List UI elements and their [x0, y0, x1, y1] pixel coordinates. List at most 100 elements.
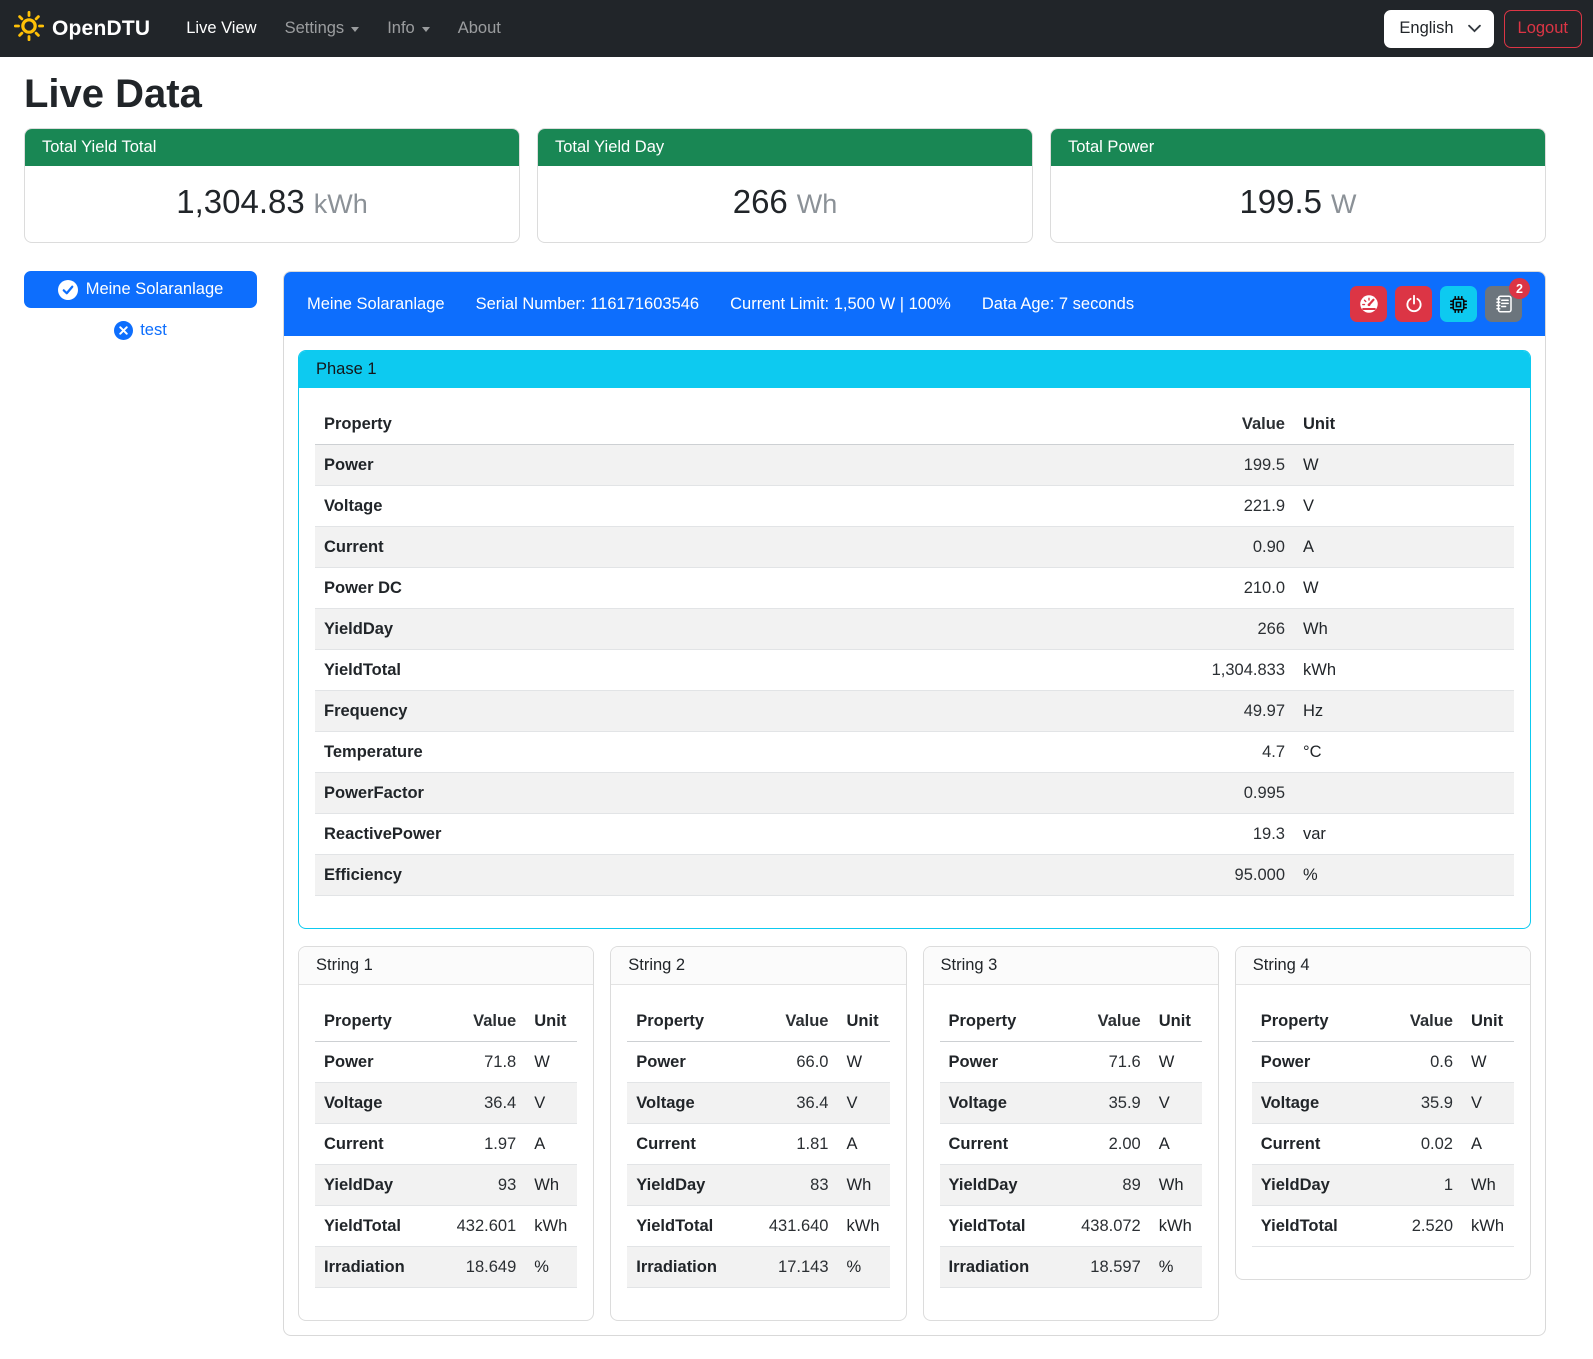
language-select[interactable]: English — [1384, 10, 1493, 48]
unit-cell: V — [1150, 1083, 1202, 1124]
summary-cards-row: Total Yield Total 1,304.83kWh Total Yiel… — [24, 128, 1546, 243]
string-3-card: String 3 Property Value Unit — [923, 946, 1219, 1321]
restart-chip-button[interactable] — [1440, 286, 1477, 322]
property-cell: Power — [315, 445, 1174, 486]
property-cell: Voltage — [940, 1083, 1054, 1124]
property-cell: Temperature — [315, 732, 1174, 773]
table-row: Power0.6W — [1252, 1042, 1514, 1083]
property-cell: YieldDay — [1252, 1165, 1366, 1206]
column-header-value: Value — [429, 1001, 525, 1042]
unit-cell — [1294, 773, 1514, 814]
value-cell: 83 — [742, 1165, 838, 1206]
x-circle-icon — [114, 321, 133, 340]
nav-item-info[interactable]: Info — [373, 11, 444, 46]
unit-cell: A — [1462, 1124, 1514, 1165]
brand[interactable]: OpenDTU — [14, 11, 150, 46]
nav-item-live-view[interactable]: Live View — [172, 11, 270, 46]
table-header-row: Property Value Unit — [940, 1001, 1202, 1042]
inverter-name: Meine Solaranlage — [307, 295, 445, 314]
property-cell: Voltage — [315, 1083, 429, 1124]
value-cell: 89 — [1054, 1165, 1150, 1206]
value-cell: 221.9 — [1174, 486, 1294, 527]
property-cell: Voltage — [627, 1083, 741, 1124]
logout-button[interactable]: Logout — [1504, 10, 1582, 48]
navbar-right: English Logout — [1384, 10, 1582, 48]
strings-row: String 1 Property Value Unit — [298, 946, 1531, 1321]
check-circle-icon — [58, 280, 78, 300]
property-cell: Efficiency — [315, 855, 1174, 896]
unit-cell: W — [1294, 568, 1514, 609]
unit-cell: Wh — [1294, 609, 1514, 650]
value-cell: 432.601 — [429, 1206, 525, 1247]
table-row: YieldDay1Wh — [1252, 1165, 1514, 1206]
value-cell: 36.4 — [429, 1083, 525, 1124]
value-cell: 18.649 — [429, 1247, 525, 1288]
nav-item-label: Info — [387, 19, 415, 38]
unit-cell: W — [1462, 1042, 1514, 1083]
table-row: Frequency49.97Hz — [315, 691, 1514, 732]
table-row: Power71.6W — [940, 1042, 1202, 1083]
unit-cell: V — [1294, 486, 1514, 527]
value-cell: 18.597 — [1054, 1247, 1150, 1288]
column-header-property: Property — [315, 404, 1174, 445]
unit-cell: A — [1294, 527, 1514, 568]
phase-1-panel: Phase 1 Property Value Unit Power199.5WV… — [298, 350, 1531, 929]
value-cell: 1.81 — [742, 1124, 838, 1165]
property-cell: Power — [940, 1042, 1054, 1083]
column-header-unit: Unit — [1150, 1001, 1202, 1042]
power-button[interactable] — [1395, 286, 1432, 322]
value-cell: 210.0 — [1174, 568, 1294, 609]
table-row: Irradiation18.649% — [315, 1247, 577, 1288]
table-row: Power66.0W — [627, 1042, 889, 1083]
value-cell: 71.6 — [1054, 1042, 1150, 1083]
unit-cell: W — [1294, 445, 1514, 486]
total-yield-total-card: Total Yield Total 1,304.83kWh — [24, 128, 520, 243]
unit-cell: V — [838, 1083, 890, 1124]
table-row: Voltage221.9V — [315, 486, 1514, 527]
unit-cell: Wh — [1150, 1165, 1202, 1206]
inverter-selected-button[interactable]: Meine Solaranlage — [24, 271, 257, 308]
value-cell: 199.5 — [1174, 445, 1294, 486]
property-cell: Current — [627, 1124, 741, 1165]
table-row: YieldDay93Wh — [315, 1165, 577, 1206]
summary-unit: W — [1331, 189, 1356, 219]
string-1-card: String 1 Property Value Unit — [298, 946, 594, 1321]
table-row: ReactivePower19.3var — [315, 814, 1514, 855]
value-cell: 95.000 — [1174, 855, 1294, 896]
unit-cell: A — [525, 1124, 577, 1165]
string-card-title: String 3 — [924, 947, 1218, 985]
table-row: YieldTotal438.072kWh — [940, 1206, 1202, 1247]
total-yield-day-card: Total Yield Day 266Wh — [537, 128, 1033, 243]
property-cell: PowerFactor — [315, 773, 1174, 814]
summary-card-title: Total Yield Day — [538, 129, 1032, 166]
summary-value: 1,304.83 — [176, 183, 304, 220]
property-cell: Current — [315, 527, 1174, 568]
table-row: Voltage36.4V — [627, 1083, 889, 1124]
column-header-value: Value — [1174, 404, 1294, 445]
nav-item-settings[interactable]: Settings — [271, 11, 374, 46]
column-header-property: Property — [627, 1001, 741, 1042]
unit-cell: % — [1150, 1247, 1202, 1288]
unit-cell: kWh — [838, 1206, 890, 1247]
unit-cell: W — [525, 1042, 577, 1083]
event-log-button[interactable]: 2 — [1485, 286, 1522, 322]
navbar: OpenDTU Live View Settings Info About En… — [0, 0, 1593, 57]
table-row: Power DC210.0W — [315, 568, 1514, 609]
language-select-value: English — [1399, 19, 1453, 38]
value-cell: 431.640 — [742, 1206, 838, 1247]
brand-title: OpenDTU — [52, 17, 150, 41]
property-cell: YieldTotal — [627, 1206, 741, 1247]
property-cell: Irradiation — [627, 1247, 741, 1288]
column-header-value: Value — [1054, 1001, 1150, 1042]
nav-item-about[interactable]: About — [444, 11, 515, 46]
property-cell: Voltage — [315, 486, 1174, 527]
string-2-table: Property Value Unit Power66.0WVoltage36.… — [627, 1001, 889, 1288]
column-header-value: Value — [1366, 1001, 1462, 1042]
unit-cell: Hz — [1294, 691, 1514, 732]
inverter-item-test[interactable]: test — [24, 321, 257, 340]
table-row: YieldTotal432.601kWh — [315, 1206, 577, 1247]
unit-cell: % — [525, 1247, 577, 1288]
property-cell: Irradiation — [315, 1247, 429, 1288]
table-row: Irradiation18.597% — [940, 1247, 1202, 1288]
limit-gauge-button[interactable] — [1350, 286, 1387, 322]
